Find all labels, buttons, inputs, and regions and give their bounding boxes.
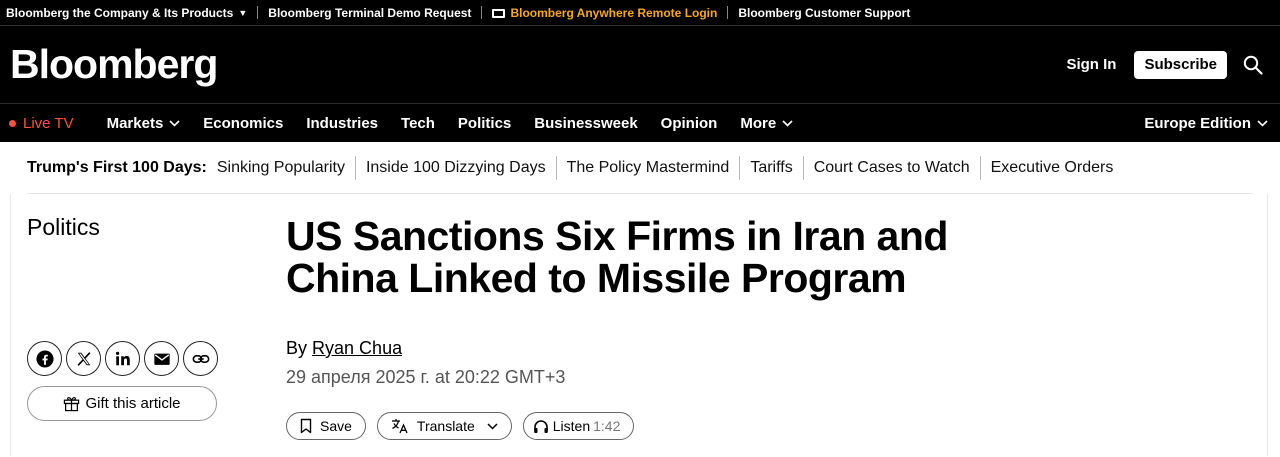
divider xyxy=(727,6,729,19)
terminal-demo-link[interactable]: Bloomberg Terminal Demo Request xyxy=(268,6,471,20)
caret-down-icon: ▼ xyxy=(238,7,248,18)
divider xyxy=(802,155,804,180)
copy-link-button[interactable] xyxy=(183,341,218,376)
utility-bar: Bloomberg the Company & Its Products ▼ B… xyxy=(0,0,1280,26)
live-dot-icon xyxy=(9,119,16,127)
search-icon[interactable] xyxy=(1243,55,1263,75)
listen-button[interactable]: Listen 1:42 xyxy=(522,412,635,440)
monitor-icon xyxy=(492,9,506,18)
remote-login-link[interactable]: Bloomberg Anywhere Remote Login xyxy=(492,6,717,20)
translate-label: Translate xyxy=(416,418,475,434)
publish-date: 29 апреля 2025 г. at 20:22 GMT+3 xyxy=(286,367,566,387)
author-link[interactable]: Ryan Chua xyxy=(312,338,402,358)
live-tv-label: Live TV xyxy=(23,114,74,132)
section-label[interactable]: Politics xyxy=(27,214,100,241)
nav-item-businessweek[interactable]: Businessweek xyxy=(534,115,637,132)
nav-item-tech[interactable]: Tech xyxy=(401,115,435,132)
email-share-button[interactable] xyxy=(144,341,179,376)
gift-icon xyxy=(64,397,80,412)
bloomberg-logo[interactable]: Bloomberg xyxy=(10,41,218,88)
headphones-icon xyxy=(533,419,548,433)
share-buttons xyxy=(27,341,222,376)
trending-link[interactable]: Tariffs xyxy=(750,159,792,177)
translate-icon xyxy=(391,419,408,434)
divider xyxy=(257,6,259,19)
save-button[interactable]: Save xyxy=(286,412,366,440)
divider xyxy=(481,6,483,19)
site-header: Bloomberg Sign In Subscribe xyxy=(0,26,1280,103)
chevron-down-icon xyxy=(169,119,180,127)
nav-item-label: Markets xyxy=(106,114,164,132)
trending-link[interactable]: Executive Orders xyxy=(991,159,1114,177)
company-products-label: Bloomberg the Company & Its Products xyxy=(6,5,234,20)
article-headline: US Sanctions Six Firms in Iran and China… xyxy=(286,213,948,301)
nav-item-politics[interactable]: Politics xyxy=(458,115,511,132)
live-tv-link[interactable]: Live TV xyxy=(9,115,74,132)
sign-in-link[interactable]: Sign In xyxy=(1066,56,1116,73)
trending-title: Trump's First 100 Days: xyxy=(27,158,207,176)
nav-item-industries[interactable]: Industries xyxy=(306,115,378,132)
trending-bar: Trump's First 100 Days: Sinking Populari… xyxy=(27,142,1253,194)
nav-item-opinion[interactable]: Opinion xyxy=(661,115,718,132)
x-icon xyxy=(77,351,90,366)
company-products-link[interactable]: Bloomberg the Company & Its Products ▼ xyxy=(6,6,247,20)
trending-link[interactable]: Sinking Popularity xyxy=(217,159,345,177)
mail-icon xyxy=(153,353,170,365)
divider xyxy=(10,194,11,456)
translate-button[interactable]: Translate xyxy=(376,412,512,440)
trending-link[interactable]: Inside 100 Dizzying Days xyxy=(366,159,546,177)
main-nav: Live TV Markets Economics Industries Tec… xyxy=(0,103,1280,142)
facebook-share-button[interactable] xyxy=(27,341,62,376)
divider xyxy=(739,155,741,180)
listen-duration: 1:42 xyxy=(593,418,621,434)
customer-support-link[interactable]: Bloomberg Customer Support xyxy=(738,6,910,20)
divider xyxy=(979,155,981,180)
edition-selector[interactable]: Europe Edition xyxy=(1144,115,1268,132)
nav-item-markets[interactable]: Markets xyxy=(107,115,181,132)
remote-login-label: Bloomberg Anywhere Remote Login xyxy=(510,5,718,20)
gift-article-button[interactable]: Gift this article xyxy=(27,386,217,421)
bookmark-icon xyxy=(300,418,312,434)
chevron-down-icon xyxy=(1257,119,1268,127)
edition-label: Europe Edition xyxy=(1144,114,1251,132)
article-actions: Save Translate Listen 1:42 xyxy=(286,412,645,440)
gift-label: Gift this article xyxy=(85,395,181,412)
facebook-icon xyxy=(35,349,54,368)
byline: By Ryan Chua xyxy=(286,338,402,359)
chevron-down-icon xyxy=(487,422,498,430)
linkedin-icon xyxy=(115,351,130,365)
x-share-button[interactable] xyxy=(66,341,101,376)
trending-link[interactable]: The Policy Mastermind xyxy=(567,159,730,177)
divider xyxy=(555,155,557,180)
divider xyxy=(1267,194,1268,456)
subscribe-button[interactable]: Subscribe xyxy=(1134,50,1227,79)
article-header: Politics US Sanctions Six Firms in Iran … xyxy=(0,194,1280,456)
save-label: Save xyxy=(320,418,352,434)
divider xyxy=(354,155,356,180)
byline-prefix: By xyxy=(286,338,308,358)
nav-item-economics[interactable]: Economics xyxy=(203,115,283,132)
link-icon xyxy=(192,354,209,363)
listen-label: Listen xyxy=(552,418,591,434)
nav-item-more[interactable]: More xyxy=(740,115,793,132)
linkedin-share-button[interactable] xyxy=(105,341,140,376)
nav-item-label: More xyxy=(740,114,777,132)
chevron-down-icon xyxy=(782,119,793,127)
trending-link[interactable]: Court Cases to Watch xyxy=(814,159,970,177)
